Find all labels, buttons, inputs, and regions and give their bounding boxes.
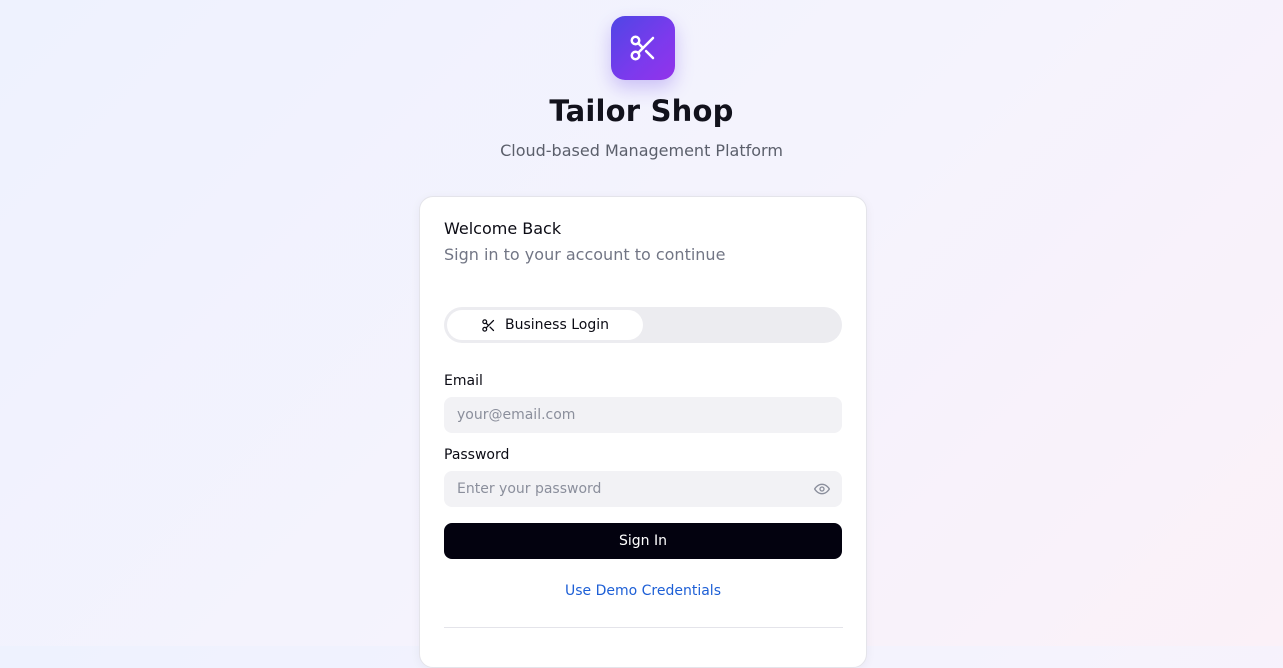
tab-label: Business Login bbox=[505, 317, 609, 333]
card-title: Welcome Back bbox=[444, 219, 562, 238]
sign-in-button[interactable]: Sign In bbox=[444, 523, 842, 559]
demo-credentials-link[interactable]: Use Demo Credentials bbox=[444, 583, 842, 599]
scissors-icon bbox=[481, 318, 496, 333]
app-logo bbox=[611, 16, 675, 80]
app-title: Tailor Shop bbox=[549, 94, 734, 128]
email-label: Email bbox=[444, 373, 483, 389]
tab-business-login[interactable]: Business Login bbox=[447, 310, 643, 340]
eye-icon[interactable] bbox=[814, 481, 830, 497]
login-card: Welcome Back Sign in to your account to … bbox=[419, 196, 867, 668]
password-label: Password bbox=[444, 447, 510, 463]
divider bbox=[444, 627, 843, 628]
app-subtitle: Cloud-based Management Platform bbox=[500, 141, 783, 160]
card-subtitle: Sign in to your account to continue bbox=[444, 245, 726, 264]
email-field[interactable] bbox=[444, 397, 842, 433]
login-type-tabs: Business Login bbox=[444, 307, 842, 343]
password-field[interactable] bbox=[444, 471, 842, 507]
scissors-icon bbox=[628, 33, 658, 63]
